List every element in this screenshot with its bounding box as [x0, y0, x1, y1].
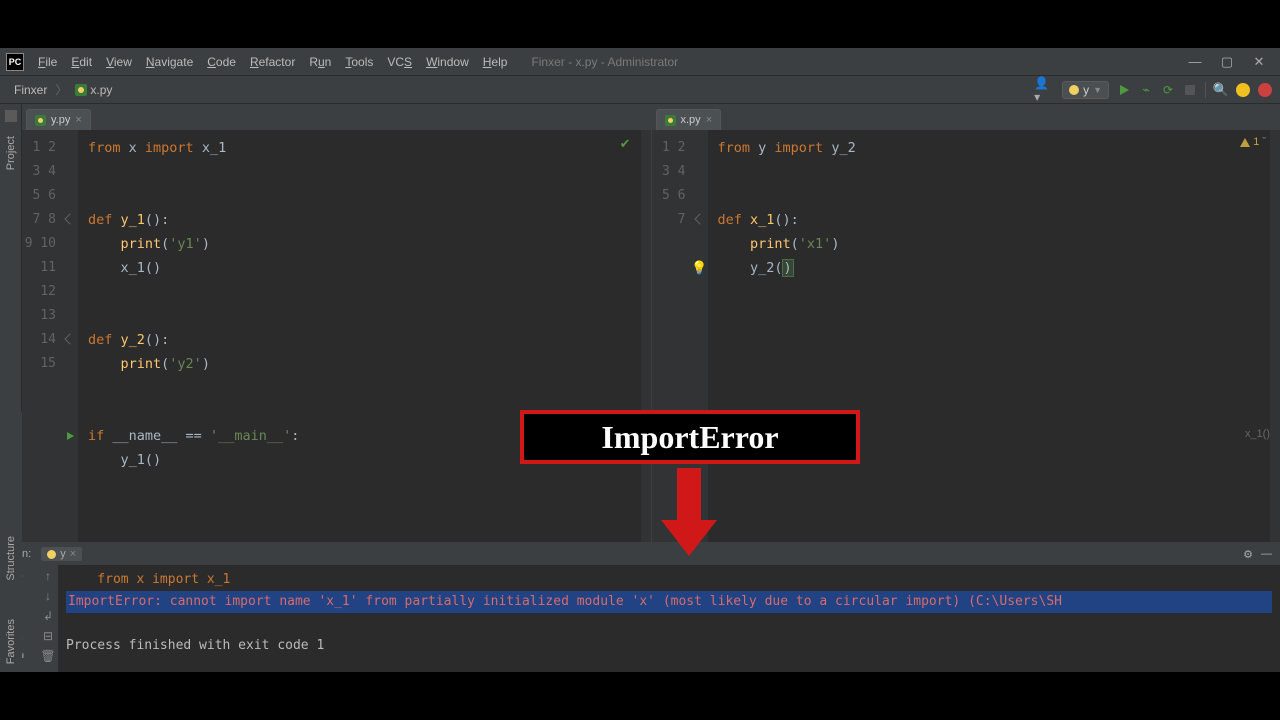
product-logo: PC [6, 53, 24, 71]
tabbar-right: x.py × [652, 104, 1280, 130]
annotation-arrow-icon [664, 468, 714, 560]
user-icon[interactable]: 👤▾ [1034, 80, 1054, 100]
scroll-down-button[interactable]: ↓ [45, 589, 51, 603]
inspection-warning-badge[interactable]: 1 ˇ [1240, 136, 1266, 148]
python-file-icon [75, 84, 87, 96]
structure-tool-label[interactable]: Structure [5, 536, 17, 581]
menu-window[interactable]: Window [420, 53, 475, 71]
menu-help[interactable]: Help [477, 53, 514, 71]
chevron-right-icon: 〉 [55, 81, 67, 98]
search-button[interactable]: 🔍 [1214, 83, 1228, 97]
annotation-label: ImportError [601, 419, 778, 456]
menu-edit[interactable]: Edit [65, 53, 98, 71]
fold-icon[interactable] [64, 333, 75, 344]
python-file-icon [35, 115, 46, 126]
window-controls: — ▢ ✕ [1188, 54, 1274, 70]
tab-y-py[interactable]: y.py × [26, 109, 91, 130]
run-configuration-selector[interactable]: y ▼ [1062, 81, 1109, 99]
menu-navigate[interactable]: Navigate [140, 53, 199, 71]
python-icon [47, 550, 56, 559]
fold-gutter [62, 130, 78, 542]
status-indicator-red[interactable] [1258, 83, 1272, 97]
code-right[interactable]: from y import y_2 def x_1(): print('x1')… [708, 130, 1271, 542]
debug-button[interactable]: ⌁ [1139, 83, 1153, 97]
minimize-panel-button[interactable]: — [1261, 548, 1272, 561]
scroll-up-button[interactable]: ↑ [45, 569, 51, 583]
main-area: Project y.py × 1 2 3 4 5 6 7 8 9 10 11 1… [0, 104, 1280, 542]
menu-code[interactable]: Code [201, 53, 242, 71]
inspection-ok-icon: ✔ [620, 136, 631, 152]
close-icon[interactable]: × [706, 114, 712, 126]
status-indicator-yellow[interactable] [1236, 83, 1250, 97]
tab-label: y.py [51, 114, 70, 126]
menu-view[interactable]: View [100, 53, 138, 71]
ide-window: PC File Edit View Navigate Code Refactor… [0, 48, 1280, 672]
run-header: Run: y × ⚙ — [0, 543, 1280, 565]
navigation-bar: Finxer 〉 x.py 👤▾ y ▼ ⌁ ⟳ 🔍 [0, 76, 1280, 104]
chevron-down-icon: ▼ [1093, 85, 1102, 95]
maximize-button[interactable]: ▢ [1220, 54, 1234, 70]
run-gutter-icon[interactable] [67, 432, 74, 440]
scrollbar[interactable] [1270, 130, 1280, 542]
gutter-left: 1 2 3 4 5 6 7 8 9 10 11 12 13 14 15 [22, 130, 62, 542]
menu-vcs[interactable]: VCS [381, 53, 418, 71]
code-left[interactable]: from x import x_1 def y_1(): print('y1')… [78, 130, 641, 542]
warning-icon [1240, 138, 1250, 147]
window-title: Finxer - x.py - Administrator [531, 55, 678, 69]
python-file-icon [665, 115, 676, 126]
menu-tools[interactable]: Tools [339, 53, 379, 71]
menu-file[interactable]: File [32, 53, 63, 71]
stop-button[interactable] [1183, 83, 1197, 97]
breadcrumb-file[interactable]: x.py [69, 81, 118, 99]
left-tool-rail-bottom: Structure Favorites [0, 412, 22, 672]
annotation-importerror-box: ImportError [520, 410, 860, 464]
run-tab[interactable]: y × [41, 547, 82, 561]
tab-x-py[interactable]: x.py × [656, 109, 722, 130]
project-tool-icon[interactable] [5, 110, 17, 122]
titlebar: PC File Edit View Navigate Code Refactor… [0, 48, 1280, 76]
tab-label: x.py [681, 114, 701, 126]
run-config-name: y [1083, 83, 1089, 97]
close-button[interactable]: ✕ [1252, 54, 1266, 70]
editor-right: x.py × 1 2 3 4 5 6 7 💡 from y import y_2… [652, 104, 1280, 542]
python-icon [1069, 85, 1079, 95]
menu-refactor[interactable]: Refactor [244, 53, 301, 71]
intention-bulb-icon[interactable]: 💡 [691, 260, 707, 276]
project-tool-label[interactable]: Project [5, 136, 17, 170]
menu-run[interactable]: Run [303, 53, 337, 71]
console-output[interactable]: from x import x_1 ImportError: cannot im… [58, 565, 1280, 672]
breadcrumb-project[interactable]: Finxer [8, 81, 53, 99]
menubar: File Edit View Navigate Code Refactor Ru… [32, 53, 513, 71]
run-button[interactable] [1117, 83, 1131, 97]
fold-icon[interactable] [694, 213, 705, 224]
settings-icon[interactable]: ⚙ [1243, 548, 1253, 561]
close-icon[interactable]: × [75, 114, 81, 126]
minimize-button[interactable]: — [1188, 54, 1202, 70]
tabbar-left: y.py × [22, 104, 651, 130]
run-tool-window: Run: y × ⚙ — ↓ ⇧ ✎ 🖶 ↑ ↓ ↲ [0, 542, 1280, 672]
scrollbar[interactable] [641, 130, 651, 542]
editor-left: y.py × 1 2 3 4 5 6 7 8 9 10 11 12 13 14 … [22, 104, 652, 542]
soft-wrap-button[interactable]: ↲ [43, 609, 53, 623]
favorites-tool-label[interactable]: Favorites [5, 619, 17, 664]
coverage-button[interactable]: ⟳ [1161, 83, 1175, 97]
clear-button[interactable]: ⊟ [43, 629, 53, 643]
error-line: ImportError: cannot import name 'x_1' fr… [66, 591, 1272, 613]
trash-button[interactable]: 🗑 [40, 649, 55, 663]
breadcrumb-status: x_1() [1245, 428, 1270, 440]
fold-icon[interactable] [64, 213, 75, 224]
